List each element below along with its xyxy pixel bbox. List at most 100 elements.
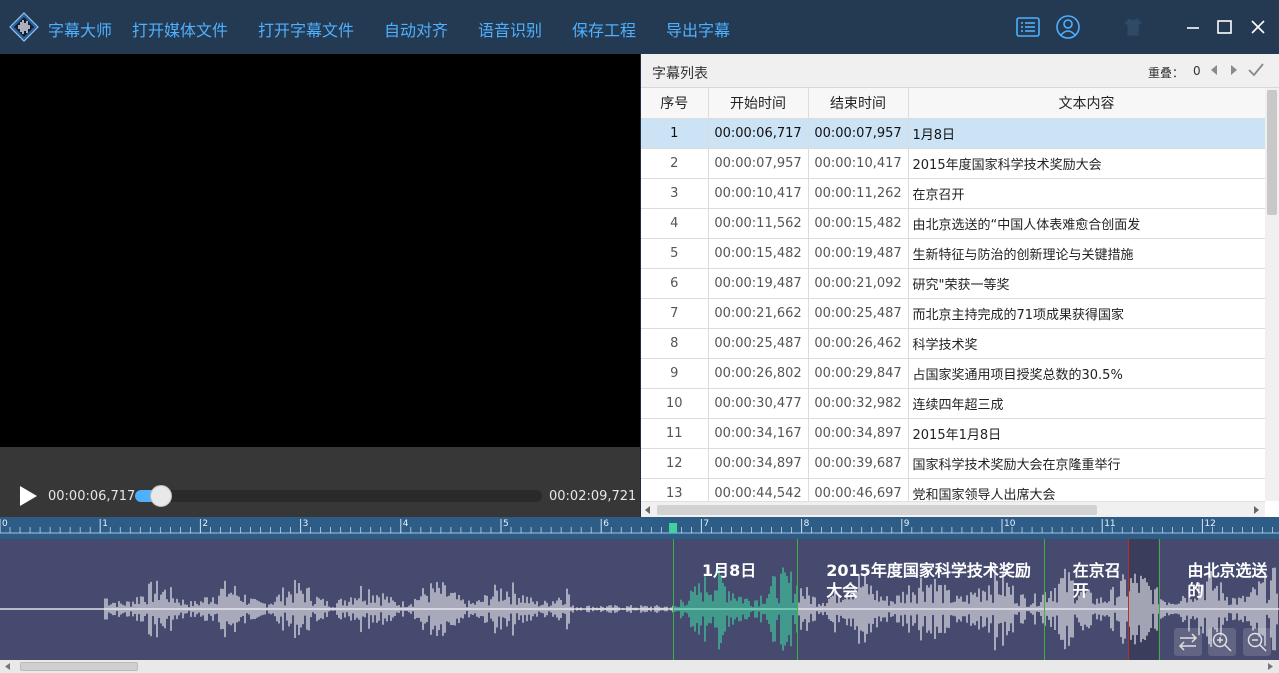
menu-export-subtitle[interactable]: 导出字幕 (666, 17, 730, 41)
table-horizontal-scroll-thumb[interactable] (657, 505, 1097, 515)
table-row[interactable]: 2 00:00:07,957 00:00:10,417 2015年度国家科学技术奖励大… (641, 148, 1265, 179)
cell-text[interactable]: 2015年度国家科学技术奖励大会 (908, 148, 1265, 179)
col-header-index[interactable]: 序号 (641, 88, 709, 119)
col-header-start[interactable]: 开始时间 (708, 88, 809, 119)
cell-text[interactable]: 科学技术奖 (908, 328, 1265, 359)
cell-end-time[interactable]: 00:00:21,092 (808, 268, 909, 299)
cell-end-time[interactable]: 00:00:11,262 (808, 178, 909, 209)
menu-speech-recognition[interactable]: 语音识别 (478, 17, 542, 41)
table-row[interactable]: 9 00:00:26,802 00:00:29,847 占国家奖通用项目授奖总数的30… (641, 358, 1265, 389)
timeline-segment[interactable]: 1月8日 (673, 539, 797, 660)
col-header-end[interactable]: 结束时间 (808, 88, 909, 119)
shirt-icon[interactable] (1120, 14, 1146, 40)
cell-start-time[interactable]: 00:00:44,542 (708, 478, 809, 501)
triangle-left-icon[interactable] (1207, 63, 1221, 77)
cell-end-time[interactable]: 00:00:29,847 (808, 358, 909, 389)
cell-start-time[interactable]: 00:00:07,957 (708, 148, 809, 179)
table-vertical-scrollbar[interactable] (1265, 88, 1279, 501)
table-row[interactable]: 13 00:00:44,542 00:00:46,697 党和国家领导人出席大会 (641, 478, 1265, 501)
cell-start-time[interactable]: 00:00:30,477 (708, 388, 809, 419)
cell-index[interactable]: 13 (641, 478, 709, 501)
cell-end-time[interactable]: 00:00:19,487 (808, 238, 909, 269)
timeline-scroll-thumb[interactable] (20, 662, 138, 671)
cell-index[interactable]: 6 (641, 268, 709, 299)
timeline-segment[interactable]: 在京召开 (1043, 539, 1129, 660)
cell-index[interactable]: 10 (641, 388, 709, 419)
segment-boundary-end[interactable] (1128, 539, 1130, 660)
cell-index[interactable]: 8 (641, 328, 709, 359)
cell-text[interactable]: 占国家奖通用项目授奖总数的30.5% (908, 358, 1265, 389)
cell-start-time[interactable]: 00:00:25,487 (708, 328, 809, 359)
cell-end-time[interactable]: 00:00:10,417 (808, 148, 909, 179)
cell-index[interactable]: 7 (641, 298, 709, 329)
table-row[interactable]: 3 00:00:10,417 00:00:11,262 在京召开 (641, 178, 1265, 209)
zoom-in-button[interactable] (1208, 628, 1236, 656)
cell-index[interactable]: 9 (641, 358, 709, 389)
cell-end-time[interactable]: 00:00:07,957 (808, 118, 909, 149)
cell-start-time[interactable]: 00:00:15,482 (708, 238, 809, 269)
timeline-ruler[interactable]: 0 1 2 3 4 5 6 7 8 9 10 11 12 (0, 517, 1279, 539)
cell-start-time[interactable]: 00:00:06,717 (708, 118, 809, 149)
table-vertical-scroll-thumb[interactable] (1267, 90, 1277, 215)
triangle-right-icon[interactable] (1227, 63, 1241, 77)
cell-start-time[interactable]: 00:00:34,897 (708, 448, 809, 479)
minimize-icon[interactable] (1181, 14, 1207, 40)
cell-start-time[interactable]: 00:00:21,662 (708, 298, 809, 329)
cell-text[interactable]: 2015年1月8日 (908, 418, 1265, 449)
table-row[interactable]: 10 00:00:30,477 00:00:32,982 连续四年超三成 (641, 388, 1265, 419)
swap-button[interactable] (1174, 628, 1202, 656)
cell-index[interactable]: 3 (641, 178, 709, 209)
cell-start-time[interactable]: 00:00:10,417 (708, 178, 809, 209)
table-horizontal-scrollbar[interactable] (641, 501, 1265, 517)
cell-text[interactable]: 1月8日 (908, 118, 1265, 149)
cell-start-time[interactable]: 00:00:11,562 (708, 208, 809, 239)
close-icon[interactable] (1245, 14, 1271, 40)
zoom-out-button[interactable] (1243, 628, 1271, 656)
triangle-right-icon[interactable] (1267, 663, 1274, 670)
cell-end-time[interactable]: 00:00:39,687 (808, 448, 909, 479)
cell-start-time[interactable]: 00:00:34,167 (708, 418, 809, 449)
table-row[interactable]: 12 00:00:34,897 00:00:39,687 国家科学技术奖励大会在京隆重… (641, 448, 1265, 479)
user-icon[interactable] (1055, 14, 1081, 40)
playhead-marker[interactable] (669, 523, 678, 533)
cell-end-time[interactable]: 00:00:25,487 (808, 298, 909, 329)
triangle-left-icon[interactable] (644, 506, 652, 514)
cell-text[interactable]: 研究"荣获一等奖 (908, 268, 1265, 299)
list-icon[interactable] (1015, 14, 1041, 40)
table-row[interactable]: 11 00:00:34,167 00:00:34,897 2015年1月8日 (641, 418, 1265, 449)
progress-track[interactable] (135, 490, 542, 502)
maximize-icon[interactable] (1212, 14, 1238, 40)
cell-end-time[interactable]: 00:00:46,697 (808, 478, 909, 501)
cell-index[interactable]: 12 (641, 448, 709, 479)
timeline-horizontal-scrollbar[interactable] (0, 660, 1279, 673)
cell-end-time[interactable]: 00:00:32,982 (808, 388, 909, 419)
cell-end-time[interactable]: 00:00:34,897 (808, 418, 909, 449)
cell-end-time[interactable]: 00:00:26,462 (808, 328, 909, 359)
col-header-text[interactable]: 文本内容 (908, 88, 1265, 119)
segment-boundary[interactable] (1043, 539, 1045, 660)
menu-auto-align[interactable]: 自动对齐 (384, 17, 448, 41)
cell-text[interactable]: 生新特征与防治的创新理论与关键措施 (908, 238, 1265, 269)
cell-index[interactable]: 11 (641, 418, 709, 449)
cell-text[interactable]: 而北京主持完成的71项成果获得国家 (908, 298, 1265, 329)
cell-text[interactable]: 国家科学技术奖励大会在京隆重举行 (908, 448, 1265, 479)
cell-text[interactable]: 在京召开 (908, 178, 1265, 209)
play-icon[interactable] (17, 484, 39, 508)
cell-index[interactable]: 4 (641, 208, 709, 239)
segment-boundary[interactable] (797, 539, 799, 660)
menu-open-media[interactable]: 打开媒体文件 (132, 17, 228, 41)
menu-open-subtitle[interactable]: 打开字幕文件 (258, 17, 354, 41)
table-row[interactable]: 5 00:00:15,482 00:00:19,487 生新特征与防治的创新理论与关键… (641, 238, 1265, 269)
cell-index[interactable]: 2 (641, 148, 709, 179)
progress-slider-thumb[interactable] (150, 485, 172, 507)
menu-save-project[interactable]: 保存工程 (572, 17, 636, 41)
cell-index[interactable]: 1 (641, 118, 709, 149)
cell-start-time[interactable]: 00:00:19,487 (708, 268, 809, 299)
cell-text[interactable]: 连续四年超三成 (908, 388, 1265, 419)
checkmark-icon[interactable] (1247, 62, 1265, 78)
table-row[interactable]: 7 00:00:21,662 00:00:25,487 而北京主持完成的71项成果获得… (641, 298, 1265, 329)
timeline-segment[interactable]: 2015年度国家科学技术奖励大会 (797, 539, 1043, 660)
table-row[interactable]: 4 00:00:11,562 00:00:15,482 由北京选送的“中国人体表难愈合… (641, 208, 1265, 239)
cell-end-time[interactable]: 00:00:15,482 (808, 208, 909, 239)
video-preview[interactable] (0, 54, 640, 447)
